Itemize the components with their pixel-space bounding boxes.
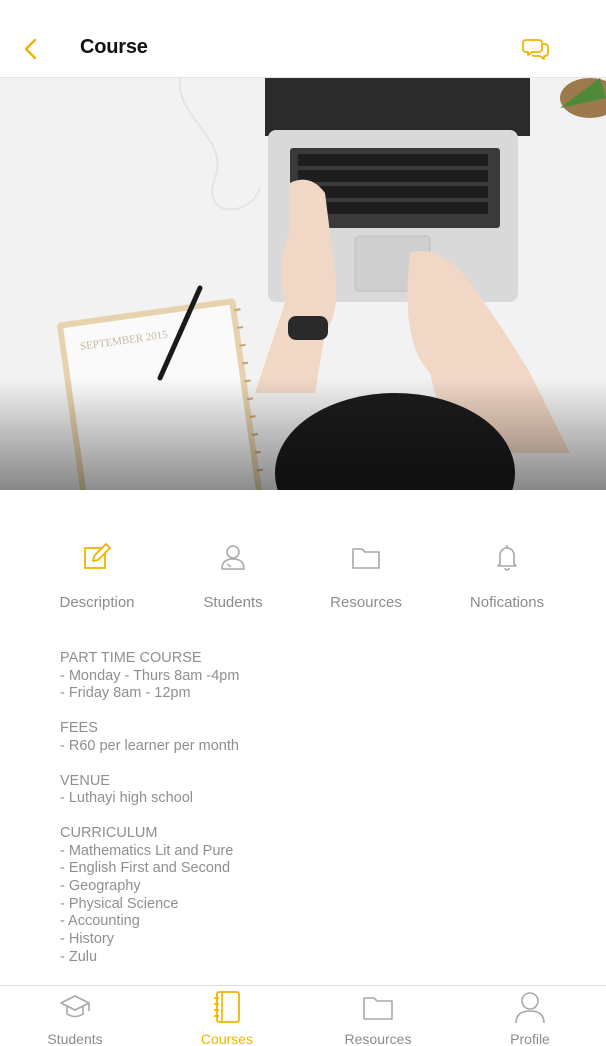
person-icon xyxy=(515,992,545,1024)
course-hero-image: SEPTEMBER 2015 xyxy=(0,78,606,518)
folder-icon xyxy=(363,997,393,1020)
card-rounded-top xyxy=(20,490,586,520)
description-section-venue: VENUE - Luthayi high school xyxy=(60,773,560,808)
description-line: - R60 per learner per month xyxy=(60,737,239,754)
description-line: - History xyxy=(60,931,114,948)
description-line: - Zulu xyxy=(60,948,98,965)
notebook-icon xyxy=(214,991,240,1023)
description-section-schedule: PART TIME COURSE - Monday - Thurs 8am -4… xyxy=(60,650,560,703)
tab-label: Description xyxy=(59,594,135,611)
description-section-fees: FEES - R60 per learner per month xyxy=(60,720,560,755)
tab-students[interactable]: Students xyxy=(173,540,293,611)
nav-label: Courses xyxy=(200,1031,254,1046)
tab-notifications[interactable]: Nofications xyxy=(447,540,567,611)
description-line: - Physical Science xyxy=(60,895,179,912)
nav-resources[interactable]: Resources xyxy=(323,990,433,1046)
description-line: - Friday 8am - 12pm xyxy=(60,685,191,702)
description-line: - Geography xyxy=(60,878,141,895)
page-title: Course xyxy=(80,36,148,58)
description-line: - Luthayi high school xyxy=(60,790,193,807)
laptop-desk-photo: SEPTEMBER 2015 xyxy=(0,78,606,518)
folder-icon xyxy=(352,548,380,569)
tab-description[interactable]: Description xyxy=(37,540,157,611)
tab-label: Students xyxy=(203,594,263,611)
nav-label: Profile xyxy=(510,1031,550,1046)
tab-label: Nofications xyxy=(469,594,545,611)
chat-button[interactable] xyxy=(520,32,552,64)
bottom-nav: Students Courses Resources Profile xyxy=(0,985,606,1046)
description-line: - Accounting xyxy=(60,913,140,930)
description-section-curriculum: CURRICULUM - Mathematics Lit and Pure - … xyxy=(60,825,560,967)
user-icon xyxy=(221,545,245,570)
description-line: - English First and Second xyxy=(60,860,231,877)
section-heading: PART TIME COURSE xyxy=(60,650,202,666)
back-button[interactable] xyxy=(14,33,46,65)
nav-courses[interactable]: Courses xyxy=(172,990,282,1046)
app-header: Course xyxy=(0,0,606,78)
course-screen: Course SEPTEMBER 2015 Description Studen… xyxy=(0,0,606,1046)
course-description: PART TIME COURSE - Monday - Thurs 8am -4… xyxy=(60,650,560,984)
section-heading: VENUE xyxy=(60,772,110,789)
nav-profile[interactable]: Profile xyxy=(475,990,585,1046)
chevron-left-icon xyxy=(24,38,37,60)
nav-label: Resources xyxy=(344,1031,412,1046)
chat-bubbles-icon xyxy=(522,39,549,60)
edit-icon xyxy=(84,543,111,569)
bell-icon xyxy=(497,545,517,571)
section-heading: CURRICULUM xyxy=(60,824,158,841)
description-line: - Mathematics Lit and Pure xyxy=(60,842,234,859)
nav-students[interactable]: Students xyxy=(20,990,130,1046)
tab-resources[interactable]: Resources xyxy=(306,540,426,611)
nav-label: Students xyxy=(47,1031,103,1046)
description-line: - Monday - Thurs 8am -4pm xyxy=(60,667,240,684)
section-heading: FEES xyxy=(60,720,98,737)
course-tabs: Description Students Resources Noficatio… xyxy=(0,540,606,620)
graduation-cap-icon xyxy=(60,995,90,1018)
tab-label: Resources xyxy=(330,594,402,611)
